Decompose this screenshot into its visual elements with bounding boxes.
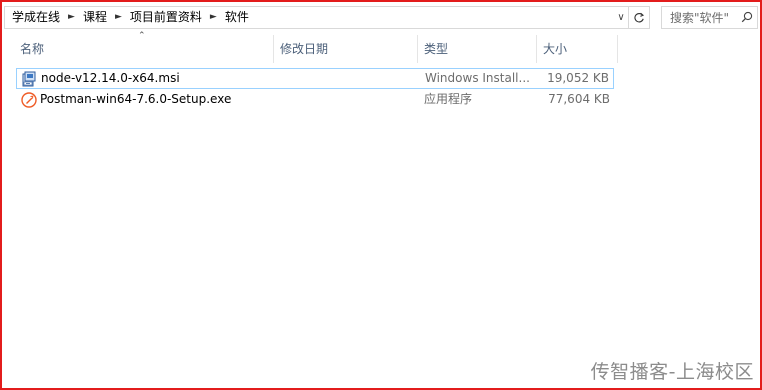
breadcrumb-item-materials[interactable]: 项目前置资料	[126, 7, 206, 28]
chevron-right-icon[interactable]: ►	[206, 7, 221, 28]
watermark-text: 传智播客-上海校区	[590, 361, 754, 383]
column-header-modified[interactable]: 修改日期	[274, 35, 417, 64]
breadcrumb-item-root[interactable]: 学成在线	[5, 7, 64, 28]
column-divider[interactable]	[617, 35, 618, 63]
search-input[interactable]	[662, 8, 746, 27]
file-type: 应用程序	[424, 92, 473, 106]
postman-app-icon	[21, 92, 37, 108]
column-header-type[interactable]: 类型	[418, 35, 536, 64]
file-name[interactable]: Postman-win64-7.6.0-Setup.exe	[40, 90, 231, 109]
file-row[interactable]: Postman-win64-7.6.0-Setup.exe 应用程序 77,60…	[16, 90, 614, 111]
address-bar[interactable]: 学成在线 ► 课程 ► 项目前置资料 ► 软件 ∨	[4, 6, 650, 29]
msi-installer-icon	[22, 71, 36, 87]
chevron-right-icon[interactable]: ►	[64, 7, 79, 28]
file-type: Windows Install...	[425, 71, 530, 85]
search-icon[interactable]	[741, 11, 753, 23]
search-box[interactable]	[661, 6, 758, 29]
chevron-right-icon[interactable]: ►	[111, 7, 126, 28]
file-row[interactable]: node-v12.14.0-x64.msi Windows Install...…	[16, 68, 614, 89]
file-size: 19,052 KB	[547, 71, 609, 85]
refresh-icon[interactable]	[628, 7, 649, 28]
file-name[interactable]: node-v12.14.0-x64.msi	[41, 69, 180, 88]
chevron-down-icon[interactable]: ∨	[613, 7, 629, 28]
explorer-window: 学成在线 ► 课程 ► 项目前置资料 ► 软件 ∨ ⌃ 名称 修改	[0, 0, 762, 390]
column-header-size[interactable]: 大小	[537, 35, 617, 64]
breadcrumb-item-software[interactable]: 软件	[221, 7, 253, 28]
file-size: 77,604 KB	[548, 92, 610, 106]
breadcrumb-item-course[interactable]: 课程	[79, 7, 111, 28]
refresh-glyph	[634, 12, 645, 22]
column-header-name[interactable]: 名称	[14, 35, 273, 64]
address-bar-row: 学成在线 ► 课程 ► 项目前置资料 ► 软件 ∨	[2, 2, 760, 33]
